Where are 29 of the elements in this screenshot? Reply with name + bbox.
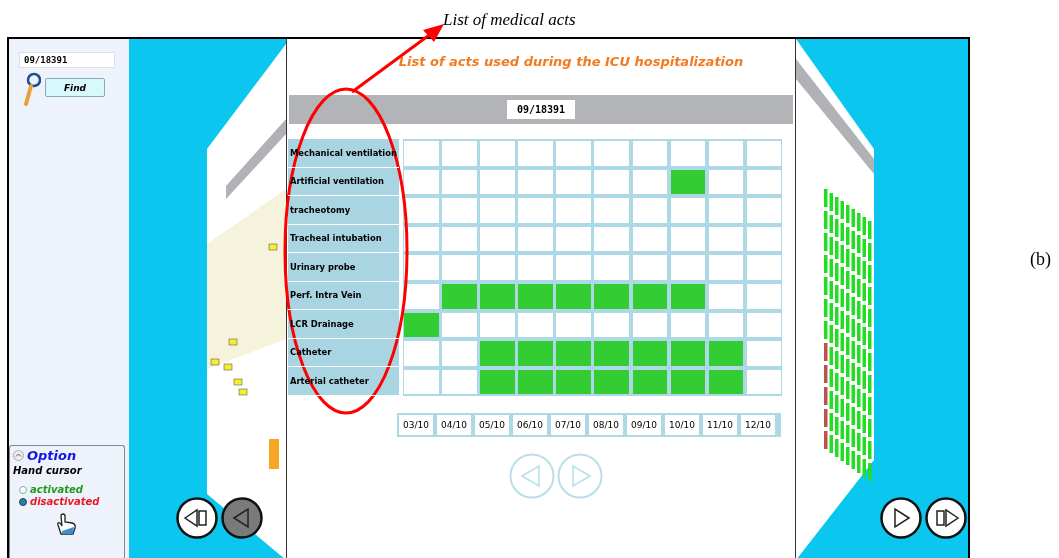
act-label: Perf. Intra Vein: [288, 281, 399, 310]
date-cell: 10/10: [665, 415, 699, 436]
date-cell: 09/10: [627, 415, 661, 436]
find-button[interactable]: Find: [45, 78, 105, 97]
option-subtitle: Hand cursor: [13, 465, 83, 476]
first-page-button[interactable]: [176, 497, 218, 539]
date-cell: 06/10: [513, 415, 547, 436]
date-cell: 05/10: [475, 415, 509, 436]
date-cell: 12/10: [741, 415, 775, 436]
date-cell: 11/10: [703, 415, 737, 436]
annotation-caption: List of medical acts: [443, 10, 576, 30]
search-field[interactable]: 09/18391: [19, 52, 115, 68]
act-label: Tracheal intubation: [288, 224, 399, 253]
option-title: Option: [27, 448, 77, 463]
hand-cursor-icon: [55, 513, 79, 535]
record-id: 09/18391: [506, 100, 576, 119]
act-label: Urinary probe: [288, 253, 399, 282]
last-page-button[interactable]: [925, 497, 967, 539]
date-cell: 04/10: [437, 415, 471, 436]
panel-title: List of acts used during the ICU hospitalization: [397, 54, 745, 69]
date-cell: 07/10: [551, 415, 585, 436]
act-label: tracheotomy: [288, 196, 399, 225]
figure-label: (b): [1030, 249, 1051, 271]
date-cell: 08/10: [589, 415, 623, 436]
search-icon: [23, 72, 41, 106]
previous-page-button[interactable]: [221, 497, 263, 539]
radio-option[interactable]: disactivated: [19, 496, 121, 507]
next-page-button[interactable]: [880, 497, 922, 539]
date-cell: 03/10: [399, 415, 433, 436]
